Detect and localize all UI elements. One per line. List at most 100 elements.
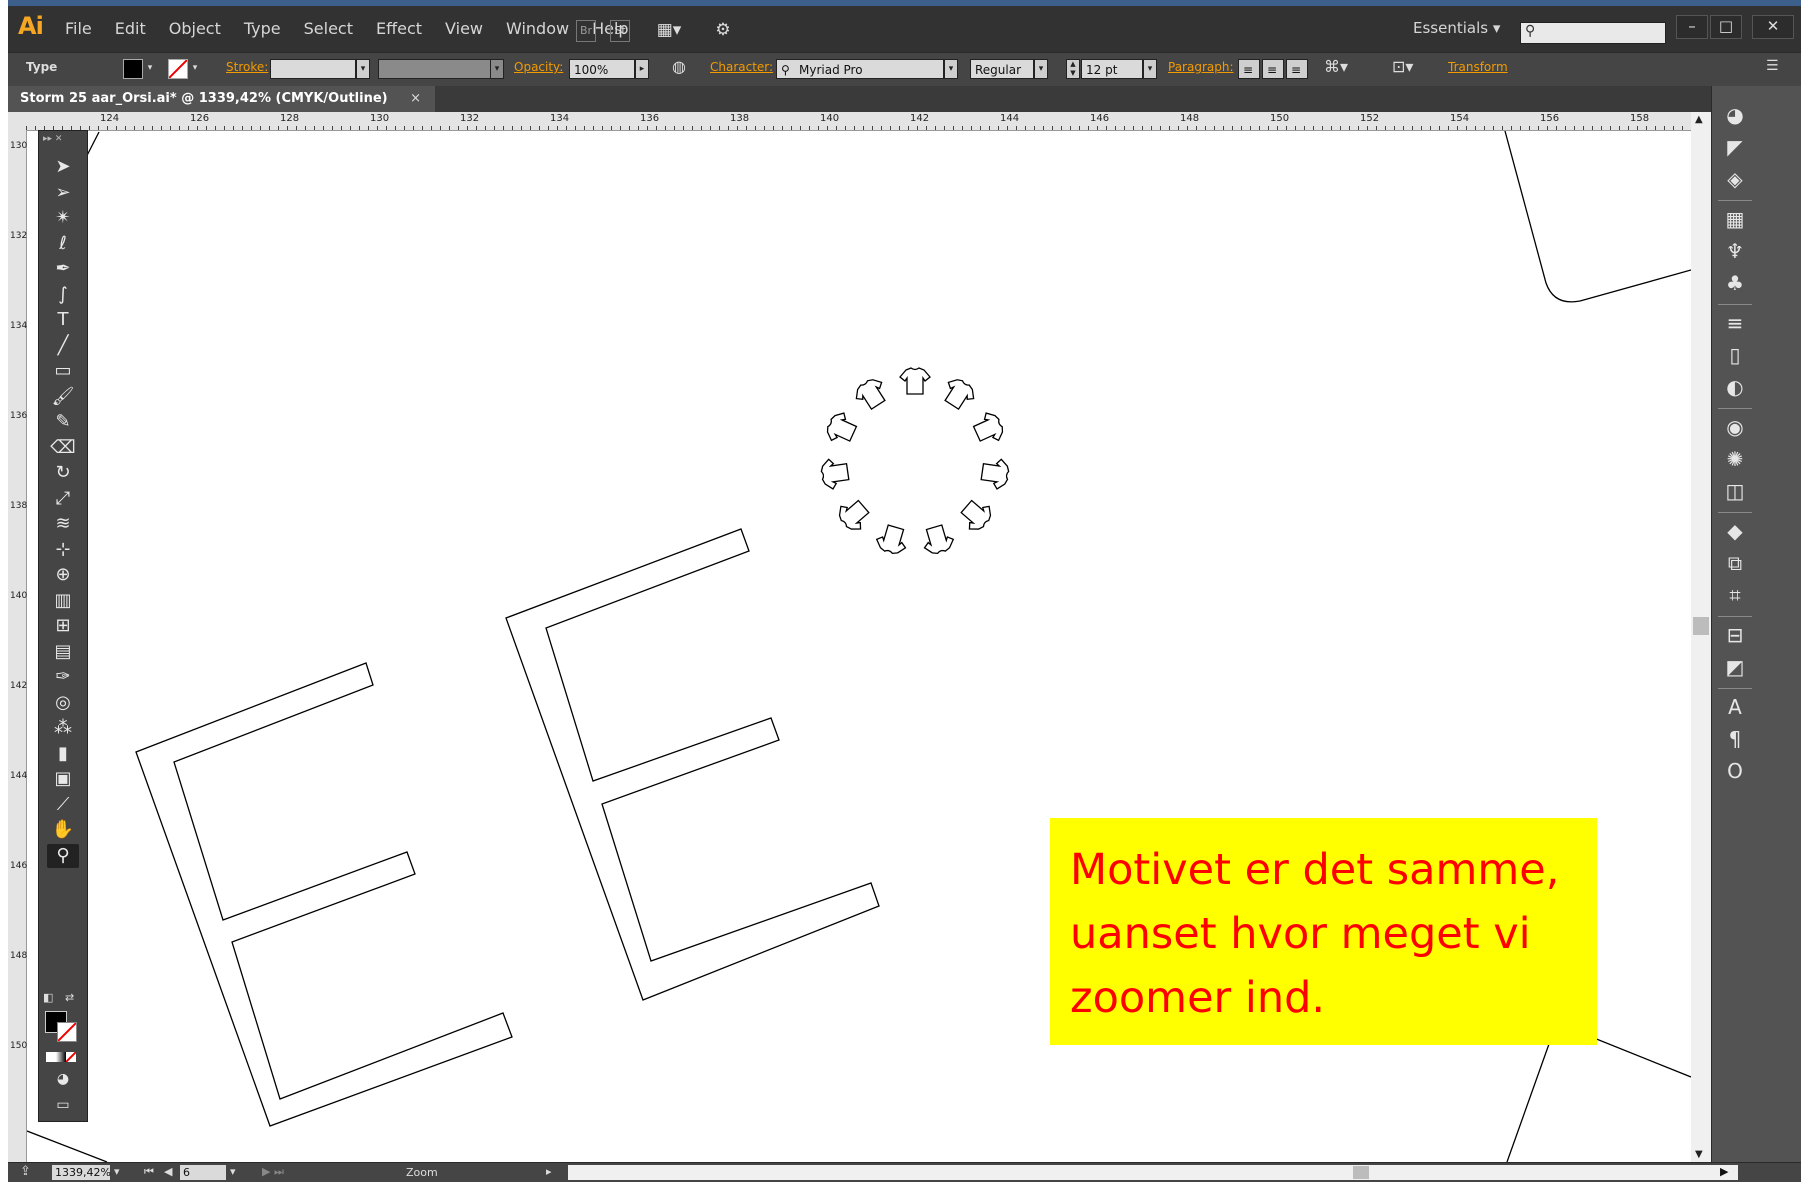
menu-edit[interactable]: Edit xyxy=(115,19,146,38)
layers-icon[interactable]: ◆ xyxy=(1720,518,1750,544)
blob-brush-icon[interactable]: ✎ xyxy=(47,410,79,434)
first-artboard-icon[interactable]: ⏮ xyxy=(144,1165,154,1179)
perspective-grid-icon[interactable]: ▥ xyxy=(47,589,79,613)
blend-icon[interactable]: ◎ xyxy=(47,691,79,715)
vertical-scroll-thumb[interactable] xyxy=(1693,617,1709,635)
slice-icon[interactable]: ⟋ xyxy=(47,793,79,817)
curvature-icon[interactable]: ∫ xyxy=(47,283,79,307)
menu-view[interactable]: View xyxy=(445,19,483,38)
align-icon[interactable]: ⊟ xyxy=(1720,622,1750,648)
shape-builder-icon[interactable]: ⊕ xyxy=(47,563,79,587)
character-panel-link[interactable]: Character: xyxy=(710,60,773,74)
transparency-icon[interactable]: ◐ xyxy=(1720,374,1750,400)
pen-icon[interactable]: ✒ xyxy=(47,257,79,281)
stroke-color-box[interactable] xyxy=(57,1022,77,1042)
vertical-ruler[interactable]: 130 132 134 136 138 140 142 144 146 148 … xyxy=(8,130,27,1162)
pathfinder-icon[interactable]: ◩ xyxy=(1720,654,1750,680)
opentype-icon[interactable]: O xyxy=(1720,758,1750,784)
profile-dropdown[interactable]: ▾ xyxy=(490,59,504,79)
text-warp-icon[interactable]: ⌘▾ xyxy=(1324,57,1348,76)
share-icon[interactable]: ⇪ xyxy=(20,1164,31,1179)
default-colors-icon[interactable]: ◧ xyxy=(43,991,59,1005)
color-icon[interactable]: ◕ xyxy=(1720,102,1750,128)
ruler-origin[interactable] xyxy=(8,112,27,131)
libraries-icon[interactable]: ◉ xyxy=(1720,414,1750,440)
symbol-sprayer-icon[interactable]: ⁂ xyxy=(47,716,79,740)
menu-object[interactable]: Object xyxy=(169,19,221,38)
status-menu-icon[interactable]: ▸ xyxy=(546,1165,552,1178)
arrange-documents-icon[interactable]: ▦▾ xyxy=(654,20,684,40)
next-artboard-icon[interactable]: ▶ ⏭ xyxy=(262,1165,284,1179)
stock-button[interactable]: St xyxy=(610,20,630,42)
symbols-icon[interactable]: ♣ xyxy=(1720,270,1750,296)
graphic-styles-icon[interactable]: ◫ xyxy=(1720,478,1750,504)
scroll-down-icon[interactable]: ▼ xyxy=(1695,1149,1703,1160)
scale-icon[interactable]: ⤢ xyxy=(47,487,79,511)
opacity-slider-toggle[interactable]: ▸ xyxy=(635,59,649,79)
artboard-canvas[interactable]: Motivet er det samme, uanset hvor meget … xyxy=(27,131,1691,1162)
artboard-dropdown-icon[interactable]: ▾ xyxy=(230,1165,236,1178)
workspace-switcher[interactable]: Essentials ▾ xyxy=(1413,19,1500,37)
magic-wand-icon[interactable]: ✴ xyxy=(47,206,79,230)
drawing-modes-icon[interactable]: ◕ xyxy=(47,1067,79,1091)
zoom-icon[interactable]: ⚲ xyxy=(47,843,79,868)
control-bar-menu-icon[interactable]: ☰ xyxy=(1766,58,1779,74)
align-left-button[interactable]: ≡ xyxy=(1238,59,1260,79)
menu-effect[interactable]: Effect xyxy=(376,19,422,38)
gradient-icon[interactable]: ▤ xyxy=(47,640,79,664)
scroll-up-icon[interactable]: ▲ xyxy=(1695,114,1703,125)
tools-panel-grip[interactable]: ▸▸ ✕ xyxy=(43,134,83,144)
column-graph-icon[interactable]: ▮ xyxy=(47,742,79,766)
color-mode-buttons[interactable] xyxy=(46,1047,80,1062)
stroke-icon[interactable]: ≡ xyxy=(1720,310,1750,336)
fill-swatch[interactable] xyxy=(123,59,143,79)
eraser-icon[interactable]: ⌫ xyxy=(47,436,79,460)
variable-width-profile[interactable] xyxy=(378,59,503,79)
font-style-dropdown[interactable]: ▾ xyxy=(1034,59,1048,79)
font-style-field[interactable]: Regular xyxy=(970,59,1034,79)
opacity-field[interactable]: 100% xyxy=(569,59,635,79)
zoom-dropdown-icon[interactable]: ▾ xyxy=(114,1165,120,1178)
width-icon[interactable]: ≋ xyxy=(47,512,79,536)
brushes-icon[interactable]: ♆ xyxy=(1720,238,1750,264)
gradient-panel-icon[interactable]: ▯ xyxy=(1720,342,1750,368)
direct-selection-icon[interactable]: ➢ xyxy=(47,181,79,205)
close-document-icon[interactable]: × xyxy=(410,91,421,106)
paragraph-panel-link[interactable]: Paragraph: xyxy=(1168,60,1234,74)
free-transform-icon[interactable]: ⊹ xyxy=(47,538,79,562)
align-to-selection-icon[interactable]: ⊡▾ xyxy=(1392,57,1413,76)
swatches-icon[interactable]: ▦ xyxy=(1720,206,1750,232)
line-icon[interactable]: ╱ xyxy=(47,334,79,358)
stroke-swatch[interactable] xyxy=(168,59,188,79)
scroll-right-icon[interactable]: ▶ xyxy=(1720,1165,1728,1178)
align-center-button[interactable]: ≡ xyxy=(1262,59,1284,79)
menu-select[interactable]: Select xyxy=(304,19,353,38)
stroke-weight-dropdown[interactable]: ▾ xyxy=(356,59,370,79)
vertical-scrollbar[interactable]: ▲ ▼ xyxy=(1691,112,1711,1162)
lasso-icon[interactable]: ℓ xyxy=(47,232,79,256)
minimize-button[interactable]: – xyxy=(1676,15,1708,39)
transform-panel-link[interactable]: Transform xyxy=(1448,60,1508,74)
opacity-panel-link[interactable]: Opacity: xyxy=(514,60,563,74)
horizontal-scroll-thumb[interactable] xyxy=(1353,1166,1369,1179)
align-right-button[interactable]: ≡ xyxy=(1286,59,1308,79)
help-search-input[interactable]: ⚲ xyxy=(1520,22,1666,44)
paragraph-icon[interactable]: ¶ xyxy=(1720,726,1750,752)
stroke-weight-field[interactable] xyxy=(270,59,356,79)
artboards-panel-icon[interactable]: ⧉ xyxy=(1720,550,1750,576)
recolor-artwork-icon[interactable]: ◍ xyxy=(672,57,686,76)
horizontal-ruler[interactable]: 124 126 128 130 132 134 136 138 140 142 … xyxy=(26,112,1691,131)
font-size-dropdown[interactable]: ▾ xyxy=(1143,59,1157,79)
mesh-icon[interactable]: ⊞ xyxy=(47,614,79,638)
horizontal-scrollbar[interactable] xyxy=(568,1165,1738,1180)
zoom-field[interactable]: 1339,42% xyxy=(52,1165,111,1180)
menu-type[interactable]: Type xyxy=(244,19,281,38)
rotate-icon[interactable]: ↻ xyxy=(47,461,79,485)
transform-panel-icon[interactable]: ⌗ xyxy=(1720,582,1750,608)
hand-icon[interactable]: ✋ xyxy=(47,818,79,842)
gpu-performance-icon[interactable]: ⚙ xyxy=(710,20,736,40)
font-size-stepper[interactable]: ▲ ▼ xyxy=(1066,59,1080,79)
paintbrush-icon[interactable]: 🖌 xyxy=(47,385,79,409)
screen-mode-icon[interactable]: ▭ xyxy=(47,1093,79,1117)
artboard-icon[interactable]: ▣ xyxy=(47,767,79,791)
